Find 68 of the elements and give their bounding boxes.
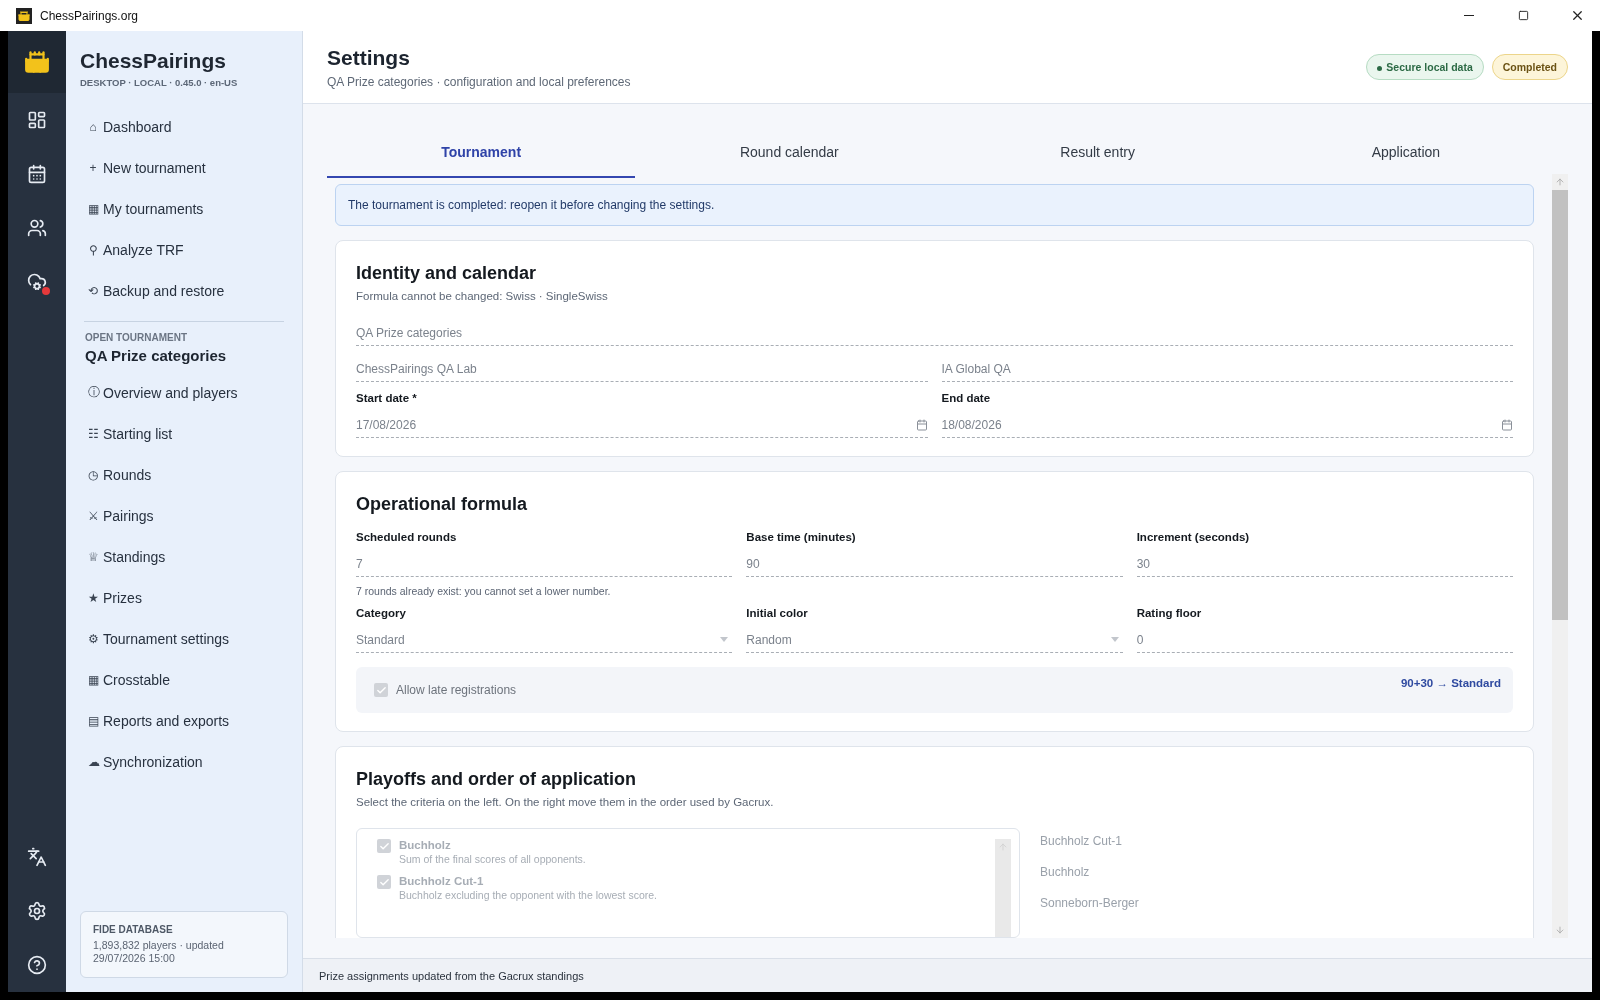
rook-logo-icon bbox=[24, 49, 50, 75]
nav-item[interactable]: ⓘ Overview and players bbox=[80, 372, 288, 413]
card-title: Playoffs and order of application bbox=[356, 769, 638, 790]
nav-item[interactable]: ⟲ Backup and restore bbox=[80, 270, 288, 311]
users-icon bbox=[27, 218, 47, 238]
database-status: 1,893,832 players · updated 29/07/2026 15:00 bbox=[93, 938, 225, 965]
tab[interactable]: Round calendar bbox=[635, 128, 944, 178]
tab[interactable]: Result entry bbox=[943, 128, 1252, 178]
tournament-name: QA Prize categories bbox=[84, 347, 228, 364]
cloud-icon bbox=[27, 272, 47, 292]
card-title: FIDE DATABASE bbox=[93, 923, 174, 935]
nav-item[interactable]: ☁ Synchronization bbox=[80, 741, 288, 782]
field-label: Category bbox=[356, 607, 407, 619]
nav-item[interactable]: ⌂ Dashboard bbox=[80, 106, 288, 147]
page-title: Settings bbox=[327, 45, 411, 70]
nav-item[interactable]: ◷ Rounds bbox=[80, 454, 288, 495]
calendar-icon bbox=[27, 164, 47, 184]
calendar-icon bbox=[1501, 418, 1513, 431]
time-control-summary: 90+30 → Standard bbox=[1400, 677, 1501, 689]
minimize-icon bbox=[1464, 15, 1474, 16]
nav-item[interactable]: ♕ Standings bbox=[80, 536, 288, 577]
section-label: OPEN TOURNAMENT bbox=[84, 332, 189, 343]
maximize-icon bbox=[1517, 10, 1529, 21]
status-message: Prize assignments updated from the Gacrux standings bbox=[303, 958, 1592, 992]
calendar-icon bbox=[915, 418, 928, 431]
field-label: Base time (minutes) bbox=[746, 531, 857, 543]
criterion-name: Buchholz bbox=[399, 839, 452, 851]
dashboard-icon bbox=[27, 110, 47, 130]
info-notice: The tournament is completed: reopen it before changing the settings. bbox=[335, 184, 1534, 226]
status-badge: Completed bbox=[1491, 54, 1568, 80]
help-icon bbox=[27, 955, 47, 975]
nav-item[interactable]: ★ Prizes bbox=[80, 577, 288, 618]
field-hint: 7 rounds already exist: you cannot set a lower number. bbox=[356, 585, 612, 597]
nav-item[interactable]: ⚙ Tournament settings bbox=[80, 618, 288, 659]
field-label: Initial color bbox=[746, 607, 809, 619]
card-subtitle: Select the criteria on the left. On the right move them in the order used by Gacrux. bbox=[356, 796, 775, 808]
nav-item[interactable]: ☷ Starting list bbox=[80, 413, 288, 454]
nav-item[interactable]: + New tournament bbox=[80, 147, 288, 188]
field-label: Scheduled rounds bbox=[356, 531, 458, 543]
card-subtitle: Formula cannot be changed: Swiss · SingleSwiss bbox=[356, 290, 609, 302]
window-title: ChessPairings.org bbox=[40, 8, 140, 23]
nav-item[interactable]: ⚲ Analyze TRF bbox=[80, 229, 288, 270]
app-logo-icon bbox=[16, 7, 32, 24]
nav-item[interactable]: ⚔ Pairings bbox=[80, 495, 288, 536]
page-subtitle: QA Prize categories · configuration and local preferences bbox=[327, 74, 632, 89]
criterion-name: Buchholz Cut-1 bbox=[399, 875, 485, 887]
field-label: Increment (seconds) bbox=[1136, 531, 1251, 543]
field-label: Start date * bbox=[356, 392, 418, 404]
scrollbar-thumb[interactable] bbox=[1552, 190, 1568, 620]
nav-item[interactable]: ▦ My tournaments bbox=[80, 188, 288, 229]
nav-item[interactable]: ▤ Reports and exports bbox=[80, 700, 288, 741]
app-version: DESKTOP · LOCAL · 0.45.0 · en-US bbox=[80, 77, 239, 88]
card-title: Identity and calendar bbox=[356, 263, 538, 284]
app-name: ChessPairings bbox=[80, 49, 227, 73]
tab[interactable]: Application bbox=[1251, 128, 1560, 178]
field-label: End date bbox=[941, 392, 992, 404]
security-badge: Secure local data bbox=[1366, 54, 1484, 80]
criterion-description: Buchholz excluding the opponent with the lowest score. bbox=[399, 889, 657, 901]
dropdown-arrow-icon bbox=[720, 637, 729, 642]
settings-icon bbox=[27, 901, 47, 921]
card-title: Operational formula bbox=[356, 494, 529, 515]
criterion-description: Sum of the final scores of all opponents. bbox=[399, 853, 586, 865]
checkbox-label: Allow late registrations bbox=[396, 683, 517, 697]
translate-icon bbox=[27, 847, 47, 867]
nav-item[interactable]: ▦ Crosstable bbox=[80, 659, 288, 700]
dropdown-arrow-icon bbox=[1110, 637, 1119, 642]
field-label: Rating floor bbox=[1136, 607, 1203, 619]
tab[interactable]: Tournament bbox=[327, 128, 636, 178]
